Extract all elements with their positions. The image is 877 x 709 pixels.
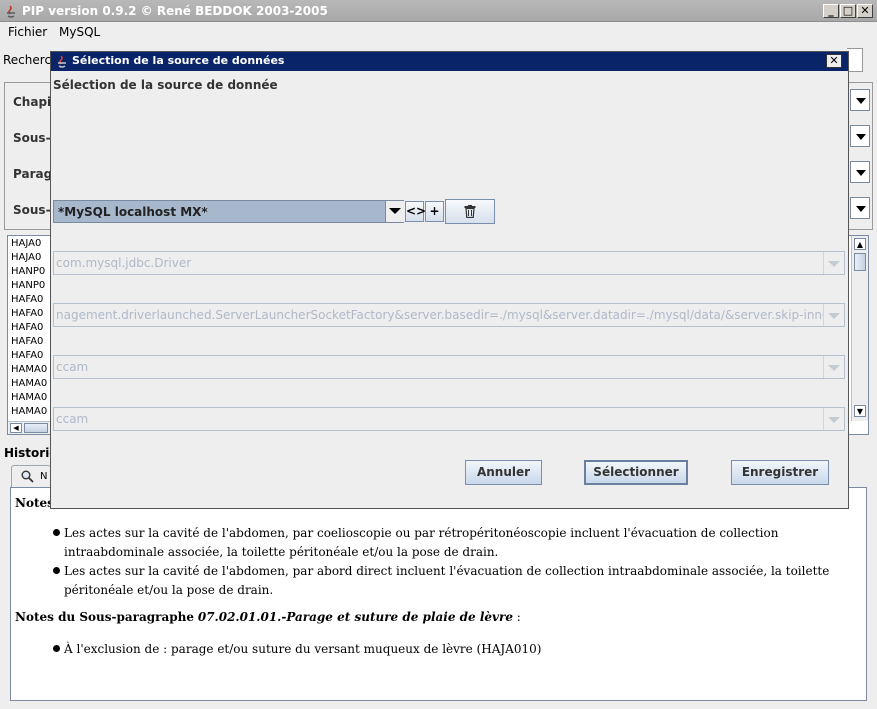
- dialog-title-bar: Sélection de la source de données ✕: [51, 52, 848, 71]
- note-item: Les actes sur la cavité de l'abdomen, pa…: [64, 526, 779, 559]
- scroll-left-arrow-icon[interactable]: ◀: [10, 423, 22, 433]
- compare-button[interactable]: <>: [405, 201, 426, 222]
- user-field-value: ccam: [56, 360, 89, 374]
- driver-field[interactable]: com.mysql.jdbc.Driver: [53, 251, 845, 275]
- menu-bar: Fichier MySQL: [0, 22, 877, 43]
- chevron-down-icon[interactable]: [823, 408, 844, 430]
- list-row[interactable]: HAFA0: [11, 294, 43, 305]
- note-item: À l'exclusion de : parage et/ou suture d…: [64, 642, 542, 656]
- dialog-close-button[interactable]: ✕: [826, 54, 842, 68]
- maximize-icon: □: [842, 4, 854, 17]
- select-button[interactable]: Sélectionner: [584, 460, 688, 485]
- url-field-value: nagement.driverlaunched.ServerLauncherSo…: [56, 308, 845, 322]
- chevron-down-icon[interactable]: [823, 252, 844, 274]
- sous-chapitre-dropdown[interactable]: [850, 125, 870, 147]
- chevron-down-icon[interactable]: [823, 356, 844, 378]
- search-icon: [21, 470, 34, 483]
- list-horizontal-scrollbar[interactable]: ◀: [8, 421, 50, 434]
- list-row[interactable]: HANP0: [11, 280, 45, 291]
- tab-notes-label: N: [40, 471, 48, 482]
- list-row[interactable]: HAMA0: [11, 378, 47, 389]
- save-button[interactable]: Enregistrer: [731, 460, 829, 485]
- scroll-thumb[interactable]: [854, 253, 866, 271]
- list-row[interactable]: HAFA0: [11, 322, 43, 333]
- heading-prefix: Notes du Sous-paragraphe: [15, 610, 195, 624]
- list-row[interactable]: HAFA0: [11, 350, 43, 361]
- list-row[interactable]: HAMA0: [11, 392, 47, 403]
- datasource-dialog: [50, 51, 849, 509]
- search-label: Recherc: [3, 53, 52, 67]
- minimize-button[interactable]: _: [823, 4, 839, 18]
- list-row[interactable]: HANP0: [11, 266, 45, 277]
- bullet-icon: [53, 529, 60, 536]
- list-row[interactable]: HAMA0: [11, 406, 47, 417]
- dialog-title: Sélection de la source de données: [72, 54, 285, 67]
- sous-chapitre-label: Sous-: [13, 131, 51, 145]
- list-row[interactable]: HAMA0: [11, 364, 47, 375]
- chevron-down-icon[interactable]: [823, 304, 844, 326]
- source-selected-value: *MySQL localhost MX*: [58, 205, 208, 219]
- bullet-icon: [53, 567, 60, 574]
- driver-field-value: com.mysql.jdbc.Driver: [56, 256, 192, 270]
- chevron-down-icon[interactable]: [385, 201, 404, 222]
- close-icon: ✕: [860, 4, 870, 17]
- password-field-value: ccam: [56, 412, 89, 426]
- menu-mysql[interactable]: MySQL: [59, 25, 100, 39]
- menu-fichier[interactable]: Fichier: [8, 25, 47, 39]
- minimize-icon: _: [828, 4, 834, 17]
- user-field[interactable]: ccam: [53, 355, 845, 379]
- trash-icon: [464, 205, 476, 218]
- heading-suffix: :: [512, 610, 521, 624]
- note-item: Les actes sur la cavité de l'abdomen, pa…: [64, 564, 830, 597]
- scroll-down-arrow-icon[interactable]: ▼: [854, 405, 866, 417]
- close-window-button[interactable]: ✕: [857, 4, 873, 18]
- heading-code: 07.02.01.01.-Parage et suture de plaie d…: [197, 610, 513, 624]
- paragraphe-dropdown[interactable]: [850, 161, 870, 183]
- java-app-icon: [58, 55, 66, 68]
- window-title: PIP version 0.9.2 © René BEDDOK 2003-200…: [22, 4, 328, 18]
- sous-paragraphe-dropdown[interactable]: [850, 197, 870, 219]
- dialog-heading: Sélection de la source de donnée: [53, 78, 278, 92]
- cancel-button[interactable]: Annuler: [465, 460, 542, 485]
- java-app-icon: [7, 5, 15, 18]
- list-row[interactable]: HAJA0: [11, 238, 41, 249]
- password-field[interactable]: ccam: [53, 407, 845, 431]
- main-title-bar: PIP version 0.9.2 © René BEDDOK 2003-200…: [0, 0, 877, 22]
- bullet-icon: [53, 645, 60, 652]
- delete-source-button[interactable]: [445, 199, 495, 224]
- notes-partial-heading: Notes: [15, 496, 54, 510]
- sous-paragraphe-notes-heading: Notes du Sous-paragraphe 07.02.01.01.-Pa…: [15, 610, 521, 624]
- horizontal-scroll-thumb[interactable]: [24, 423, 48, 433]
- list-row[interactable]: HAJA0: [11, 252, 41, 263]
- tab-notes[interactable]: N: [11, 465, 51, 487]
- maximize-button[interactable]: □: [840, 4, 856, 18]
- add-source-button[interactable]: +: [425, 201, 444, 222]
- list-row[interactable]: HAFA0: [11, 336, 43, 347]
- url-field[interactable]: nagement.driverlaunched.ServerLauncherSo…: [53, 303, 845, 327]
- source-select[interactable]: *MySQL localhost MX*: [53, 200, 404, 223]
- list-vertical-scrollbar[interactable]: ▲ ▼: [851, 236, 868, 421]
- list-row[interactable]: HAFA0: [11, 308, 43, 319]
- search-input[interactable]: [847, 48, 863, 72]
- close-icon: ✕: [829, 54, 839, 67]
- scroll-up-arrow-icon[interactable]: ▲: [854, 238, 866, 250]
- chapitre-dropdown[interactable]: [850, 89, 870, 111]
